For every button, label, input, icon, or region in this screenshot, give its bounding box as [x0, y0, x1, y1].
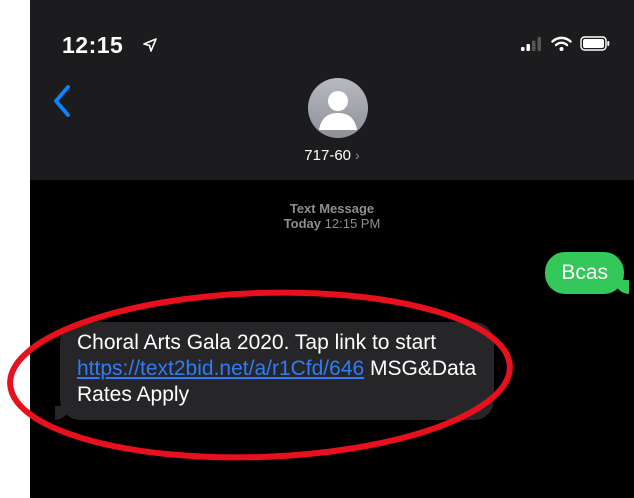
back-chevron-icon[interactable] [52, 84, 72, 118]
message-day: Today [283, 216, 322, 231]
phone-screen: 12:15 717-60 › Text Message Today 12:15 … [30, 0, 634, 498]
message-time: 12:15 PM [324, 216, 381, 231]
status-time: 12:15 [62, 32, 124, 58]
wifi-icon [551, 36, 572, 51]
message-link[interactable]: https://text2bid.net/a/r1Cfd/646 [77, 357, 364, 380]
battery-icon [580, 36, 610, 51]
outgoing-message-text: Bcas [561, 261, 608, 284]
signal-icon [521, 36, 541, 51]
location-arrow-icon [143, 38, 157, 52]
contact-name-button[interactable]: 717-60 › [30, 147, 634, 164]
status-icons [521, 36, 610, 51]
person-icon [319, 91, 357, 130]
incoming-message-bubble[interactable]: Choral Arts Gala 2020. Tap link to start… [55, 322, 494, 420]
message-timestamp: Text Message Today 12:15 PM [30, 201, 634, 231]
contact-name: 717-60 [304, 147, 352, 164]
message-type-label: Text Message [289, 201, 375, 216]
incoming-message-prefix: Choral Arts Gala 2020. Tap link to start [77, 331, 437, 354]
avatar[interactable] [308, 78, 368, 138]
conversation-header: 12:15 717-60 › [30, 0, 634, 180]
contact-chevron-icon: › [355, 147, 360, 163]
outgoing-message-bubble[interactable]: Bcas [545, 252, 629, 294]
